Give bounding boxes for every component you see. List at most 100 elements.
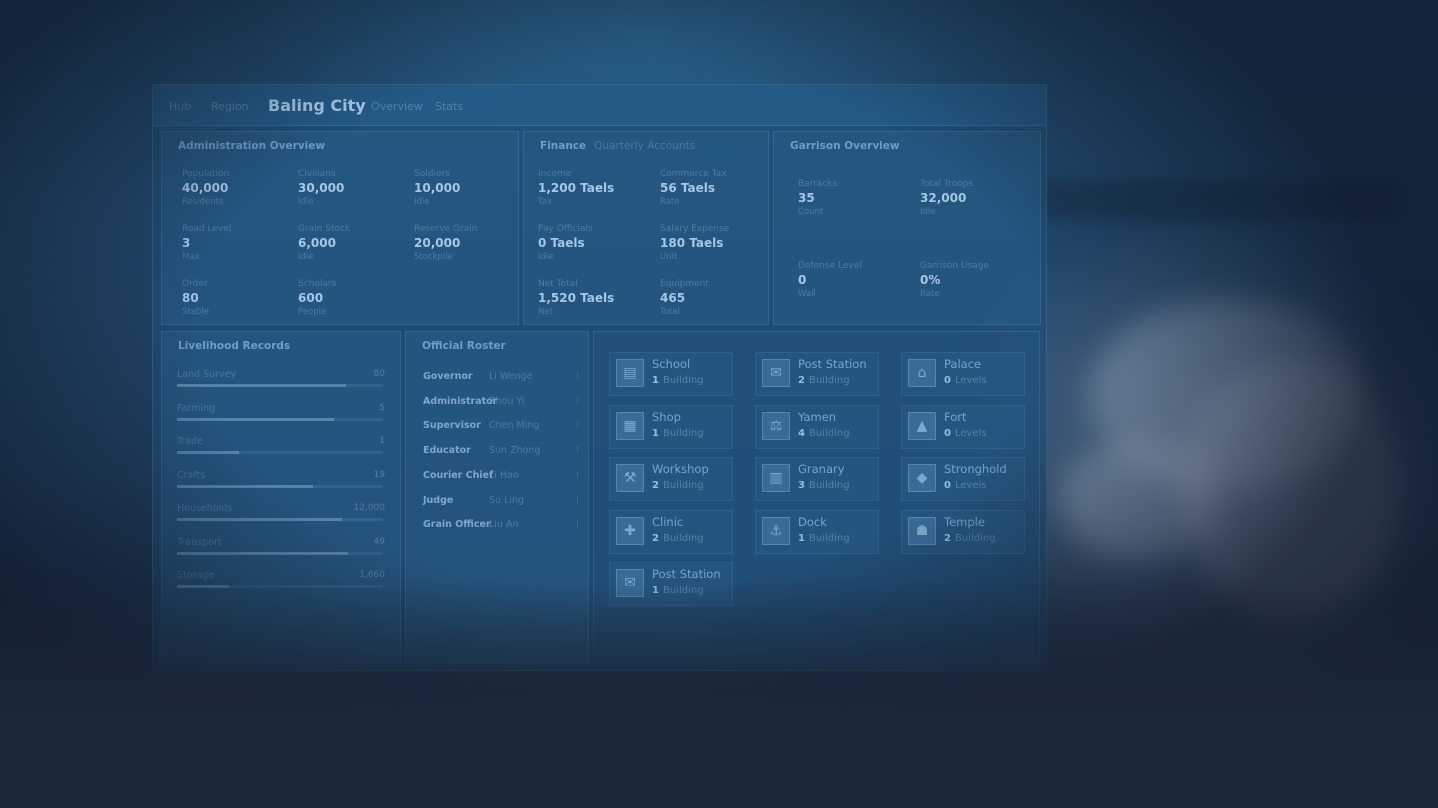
roster-row[interactable]: Judge Su Ling ⁝ — [423, 492, 579, 512]
record-progress-fill — [177, 585, 229, 588]
building-count-value: 0 — [944, 375, 951, 386]
building-count-unit: Building — [954, 532, 996, 544]
building-name: Granary — [798, 462, 845, 476]
stat-block: Population 40,000 Residents — [182, 168, 294, 208]
stat-note: Net — [538, 307, 553, 317]
building-count-unit: Building — [808, 375, 850, 386]
record-row: Crafts 19 — [173, 468, 385, 498]
roster-more-icon[interactable]: ⁝ — [576, 519, 579, 530]
building-card[interactable]: ✉ Post Station 1 Building — [609, 562, 733, 606]
school-icon: ▤ — [616, 359, 644, 387]
roster-more-icon[interactable]: ⁝ — [576, 470, 579, 481]
roster-role: Governor — [423, 371, 473, 382]
stat-value: 180 Taels — [660, 236, 724, 250]
record-row: Trade 1 — [173, 434, 385, 464]
building-card[interactable]: ⚓ Dock 1 Building — [755, 509, 879, 554]
breadcrumb-overview[interactable]: Overview — [371, 100, 423, 113]
roster-official-name: Su Ling — [489, 494, 525, 506]
roster-row[interactable]: Supervisor Chen Ming ⁝ — [423, 417, 579, 437]
building-card[interactable]: ⚖ Yamen 4 Building — [755, 404, 879, 449]
stat-value: 35 — [798, 191, 815, 205]
record-progress-track — [177, 451, 383, 454]
building-card[interactable]: ✉ Post Station 2 Building — [755, 352, 879, 396]
finance-title-main: Finance — [540, 140, 587, 152]
breadcrumb-region[interactable]: Region — [211, 100, 249, 113]
stat-block: Order 80 Stable — [182, 278, 294, 318]
stat-block: Civilians 30,000 Idle — [298, 168, 410, 208]
stat-block: Net Total 1,520 Taels Net — [538, 278, 650, 318]
building-card[interactable]: ▥ Granary 3 Building — [755, 457, 879, 501]
building-card[interactable]: ⌂ Palace 0 Levels — [901, 352, 1025, 396]
stat-note: Idle — [298, 197, 314, 207]
record-progress-track — [177, 551, 383, 555]
building-count-unit: Building — [808, 427, 850, 439]
record-label: Farming — [177, 402, 216, 414]
record-progress-fill — [177, 551, 348, 555]
clinic-icon: ✚ — [616, 516, 644, 545]
roster-row[interactable]: Governor Li Wenge ⁝ — [423, 368, 579, 388]
building-count: 1 Building — [798, 533, 850, 544]
roster-official-name: Zhou Yi — [489, 395, 525, 407]
breadcrumb-stats[interactable]: Stats — [435, 100, 463, 113]
roster-role: Judge — [423, 494, 454, 506]
building-card[interactable]: ◆ Stronghold 0 Levels — [901, 457, 1025, 501]
record-row: Land Survey 80 — [173, 367, 385, 397]
roster-more-icon[interactable]: ⁝ — [576, 371, 579, 382]
record-progress-track — [177, 484, 383, 488]
stat-value: 40,000 — [182, 181, 229, 195]
stat-block: Total Troops 32,000 Idle — [920, 178, 1032, 218]
stat-value: 465 — [660, 291, 686, 305]
building-count: 1 Building — [652, 375, 704, 386]
building-count-value: 0 — [944, 480, 951, 491]
building-card[interactable]: ☗ Temple 2 Building — [901, 509, 1025, 554]
roster-more-icon[interactable]: ⁝ — [576, 420, 579, 431]
stat-label: Scholars — [298, 279, 337, 289]
roster-row[interactable]: Administrator Zhou Yi ⁝ — [423, 393, 579, 413]
building-count-unit: Building — [808, 532, 850, 544]
roster-more-icon[interactable]: ⁝ — [576, 396, 579, 407]
building-name: Yamen — [798, 409, 837, 424]
stat-label: Garrison Usage — [920, 261, 990, 271]
roster-more-icon[interactable]: ⁝ — [576, 495, 579, 506]
building-card[interactable]: ✚ Clinic 2 Building — [609, 509, 733, 554]
city-title: Baling City — [268, 96, 366, 115]
record-value: 1,660 — [359, 570, 385, 580]
roster-more-icon[interactable]: ⁝ — [576, 445, 579, 456]
stat-value: 6,000 — [298, 236, 336, 250]
stat-note: Unit — [660, 252, 678, 262]
record-row: Storage 1,660 — [173, 568, 385, 598]
stat-block: Pay Officials 0 Taels Idle — [538, 223, 650, 263]
roster-row[interactable]: Courier Chief Li Hao ⁝ — [423, 467, 579, 487]
stat-note: Stockpile — [414, 252, 453, 262]
stat-label: Defense Level — [798, 261, 862, 271]
record-progress-fill — [177, 451, 239, 454]
stat-note: Max — [182, 252, 200, 262]
building-count-unit: Building — [662, 532, 704, 544]
stat-note: Wall — [798, 289, 816, 299]
record-progress-track — [177, 585, 383, 588]
building-card[interactable]: ⚒ Workshop 2 Building — [609, 457, 733, 501]
building-count-value: 3 — [798, 480, 805, 491]
stat-label: Total Troops — [920, 179, 973, 189]
stat-label: Commerce Tax — [660, 169, 727, 179]
stat-note: Total — [660, 307, 680, 317]
building-card[interactable]: ▤ School 1 Building — [609, 352, 733, 396]
breadcrumb-hub[interactable]: Hub — [169, 100, 191, 113]
building-count-unit: Building — [662, 480, 704, 491]
stat-block: Scholars 600 People — [298, 278, 410, 318]
stat-value: 1,520 Taels — [538, 291, 615, 305]
background-cloud — [1060, 440, 1220, 560]
stat-note: Residents — [182, 197, 224, 207]
roster-row[interactable]: Educator Sun Zhong ⁝ — [423, 442, 579, 462]
building-card[interactable]: ▦ Shop 1 Building — [609, 404, 733, 449]
roster-row[interactable]: Grain Officer Liu An ⁝ — [423, 516, 579, 536]
record-progress-fill — [177, 384, 346, 387]
building-card[interactable]: ▲ Fort 0 Levels — [901, 404, 1025, 449]
building-name: Post Station — [798, 357, 867, 371]
stat-value: 0 — [798, 273, 807, 287]
building-count: 3 Building — [798, 480, 850, 491]
building-count: 0 Levels — [944, 428, 987, 439]
building-name: Palace — [944, 357, 982, 371]
building-count: 2 Building — [652, 533, 704, 544]
building-count-value: 2 — [652, 532, 659, 544]
